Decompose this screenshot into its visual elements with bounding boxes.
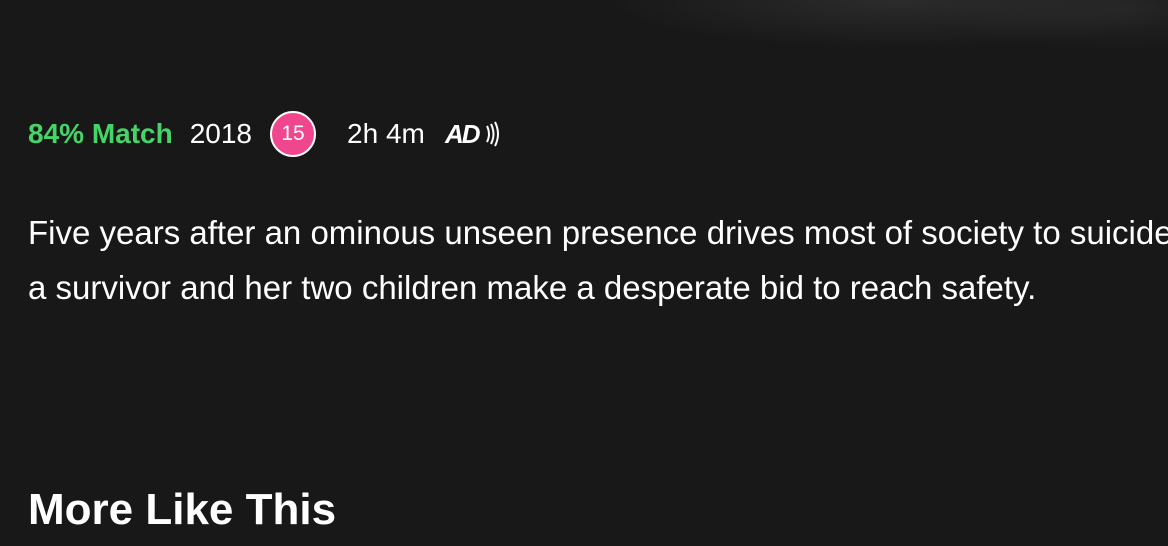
more-like-this-heading: More Like This bbox=[28, 485, 337, 534]
release-year: 2018 bbox=[189, 118, 253, 149]
title-metadata: 84% Match 2018 15 2h 4m AD bbox=[28, 110, 509, 158]
title-synopsis: Five years after an ominous unseen prese… bbox=[28, 214, 1168, 306]
match-score: 84% Match bbox=[28, 118, 173, 149]
hero-image-fade bbox=[0, 0, 1168, 90]
audio-description-icon: AD bbox=[443, 119, 509, 149]
svg-text:AD: AD bbox=[444, 119, 481, 149]
maturity-rating-badge: 15 bbox=[270, 111, 317, 157]
runtime: 2h 4m bbox=[347, 118, 425, 149]
